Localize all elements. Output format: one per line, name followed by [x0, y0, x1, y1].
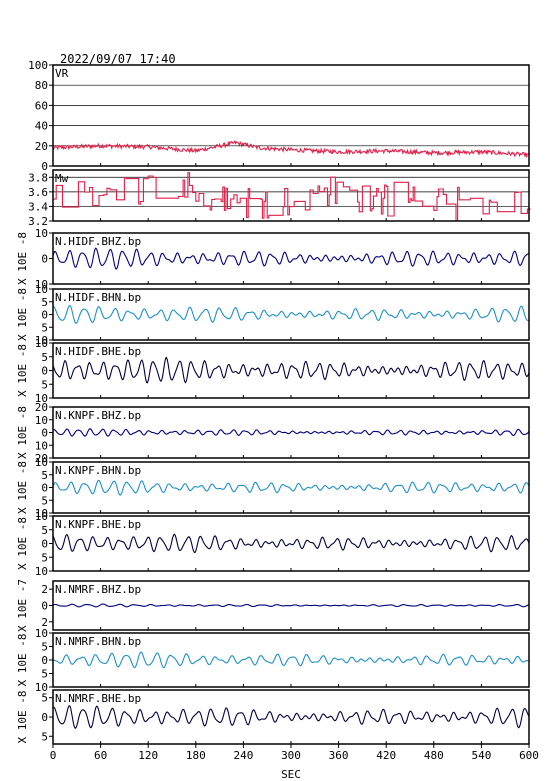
- x-tick-label: 60: [94, 749, 107, 762]
- series-line: [52, 428, 530, 437]
- panel-label: N.NMRF.BHN.bp: [55, 635, 141, 648]
- y-tick-label: 10: [35, 565, 48, 578]
- y-tick-label: 10: [35, 414, 48, 427]
- y-tick-label: 10: [35, 283, 48, 296]
- x-tick-label: 420: [376, 749, 396, 762]
- panel-6: 201001020X 10E -8 N.KNPF.BHZ.bp: [16, 401, 530, 465]
- panel-label: N.NMRF.BHE.bp: [55, 692, 141, 705]
- y-tick-label: 5: [41, 351, 48, 364]
- x-tick-label: 600: [519, 749, 539, 762]
- panel-1: 020406080100VR: [28, 59, 530, 173]
- y-tick-label: 5: [41, 321, 48, 334]
- panel-11: 5 0 5 X 10E -8 N.NMRF.BHE.bp: [16, 689, 530, 745]
- y-tick-label: 0: [41, 711, 48, 724]
- y-tick-label: 10: [35, 510, 48, 523]
- y-tick-label: 20: [35, 401, 48, 414]
- y-axis-label: X 10E -8: [16, 517, 29, 570]
- y-tick-label: 10: [35, 439, 48, 452]
- y-tick-label: 5: [41, 469, 48, 482]
- y-tick-label: 5: [41, 551, 48, 564]
- y-axis-label: X 10E -8: [16, 691, 29, 744]
- panel-label: Mw: [55, 172, 69, 185]
- panel-stack: 020406080100VR3.23.43.63.8 Mw10010X 10E -…: [16, 59, 531, 745]
- x-tick-label: 540: [471, 749, 491, 762]
- y-tick-label: 60: [35, 99, 48, 112]
- y-tick-label: 3.6: [28, 186, 48, 199]
- series-line: [52, 705, 530, 729]
- y-axis-label: X 10E -7: [16, 579, 29, 632]
- y-tick-label: 3.4: [28, 200, 48, 213]
- waveform-figure: 2022/09/07 17:40 020406080100VR3.23.43.6…: [16, 52, 539, 781]
- y-axis-label: X 10E -8: [16, 461, 29, 514]
- panel-label: N.HIDF.BHZ.bp: [55, 235, 141, 248]
- y-axis-label: X 10E -8: [16, 232, 29, 285]
- y-tick-label: 80: [35, 79, 48, 92]
- y-tick-label: 10: [35, 627, 48, 640]
- x-tick-label: 360: [329, 749, 349, 762]
- series-line: [52, 533, 530, 554]
- y-tick-label: 0: [41, 253, 48, 266]
- series-line: [52, 651, 530, 669]
- panel-5: 1050510X 10E -8 N.HIDF.BHE.bp: [16, 337, 530, 405]
- x-axis-label: SEC: [281, 768, 301, 781]
- panel-7: 1050510X 10E -8 N.KNPF.BHN.bp: [16, 456, 530, 520]
- y-axis-label: X 10E -8: [16, 344, 29, 397]
- series-line: [53, 172, 531, 222]
- panel-3: 10010X 10E -8 N.HIDF.BHZ.bp: [16, 227, 530, 291]
- y-tick-label: 0: [41, 538, 48, 551]
- panel-label: N.KNPF.BHZ.bp: [55, 409, 141, 422]
- panel-label: VR: [55, 67, 69, 80]
- panel-10: 1050510X 10E -8 N.NMRF.BHN.bp: [16, 627, 530, 694]
- y-tick-label: 0: [41, 365, 48, 378]
- y-tick-label: 3.8: [28, 171, 48, 184]
- panel-2: 3.23.43.63.8 Mw: [28, 169, 531, 228]
- panel-4: 1050510X 10E -8 N.HIDF.BHN.bp: [16, 283, 530, 347]
- series-line: [53, 304, 530, 324]
- y-tick-label: 10: [35, 337, 48, 350]
- y-tick-label: 5: [41, 730, 48, 743]
- x-tick-label: 180: [186, 749, 206, 762]
- panel-label: N.KNPF.BHE.bp: [55, 518, 141, 531]
- panel-label: N.HIDF.BHN.bp: [55, 291, 141, 304]
- y-tick-label: 5: [41, 296, 48, 309]
- panel-9: 202X 10E -7 N.NMRF.BHZ.bp: [16, 579, 530, 632]
- y-tick-label: 5: [41, 692, 48, 705]
- y-tick-label: 5: [41, 378, 48, 391]
- y-tick-label: 20: [35, 140, 48, 153]
- y-tick-label: 0: [41, 309, 48, 322]
- y-axis-label: X 10E -8: [16, 634, 29, 687]
- x-tick-label: 300: [281, 749, 301, 762]
- y-tick-label: 40: [35, 120, 48, 133]
- series-line: [52, 603, 530, 608]
- panel-label: N.HIDF.BHE.bp: [55, 345, 141, 358]
- series-line: [52, 356, 530, 384]
- panel-frame: [52, 64, 530, 167]
- series-line: [52, 247, 530, 270]
- y-tick-label: 0: [41, 482, 48, 495]
- y-tick-label: 0: [41, 600, 48, 613]
- panel-label: N.KNPF.BHN.bp: [55, 464, 141, 477]
- panel-label: N.NMRF.BHZ.bp: [55, 583, 141, 596]
- x-tick-label: 240: [233, 749, 253, 762]
- x-axis: 0 60 120 180 240 300 360 420 480 540 600: [50, 744, 539, 762]
- timestamp-label: 2022/09/07 17:40: [60, 52, 176, 66]
- y-axis-label: X 10E -8: [16, 406, 29, 459]
- x-tick-label: 480: [424, 749, 444, 762]
- y-tick-label: 5: [41, 668, 48, 681]
- x-tick-label: 120: [138, 749, 158, 762]
- y-tick-label: 0: [41, 427, 48, 440]
- y-tick-label: 5: [41, 524, 48, 537]
- series-line: [52, 140, 530, 159]
- panel-8: 1050510X 10E -8 N.KNPF.BHE.bp: [16, 510, 530, 578]
- y-tick-label: 5: [41, 641, 48, 654]
- x-tick-label: 0: [50, 749, 57, 762]
- y-tick-label: 10: [35, 456, 48, 469]
- y-tick-label: 2: [41, 583, 48, 596]
- series-line: [52, 479, 530, 496]
- y-tick-label: 0: [41, 654, 48, 667]
- y-tick-label: 10: [35, 227, 48, 240]
- y-tick-label: 5: [41, 494, 48, 507]
- y-tick-label: 100: [28, 59, 48, 72]
- y-axis-label: X 10E -8: [16, 288, 29, 341]
